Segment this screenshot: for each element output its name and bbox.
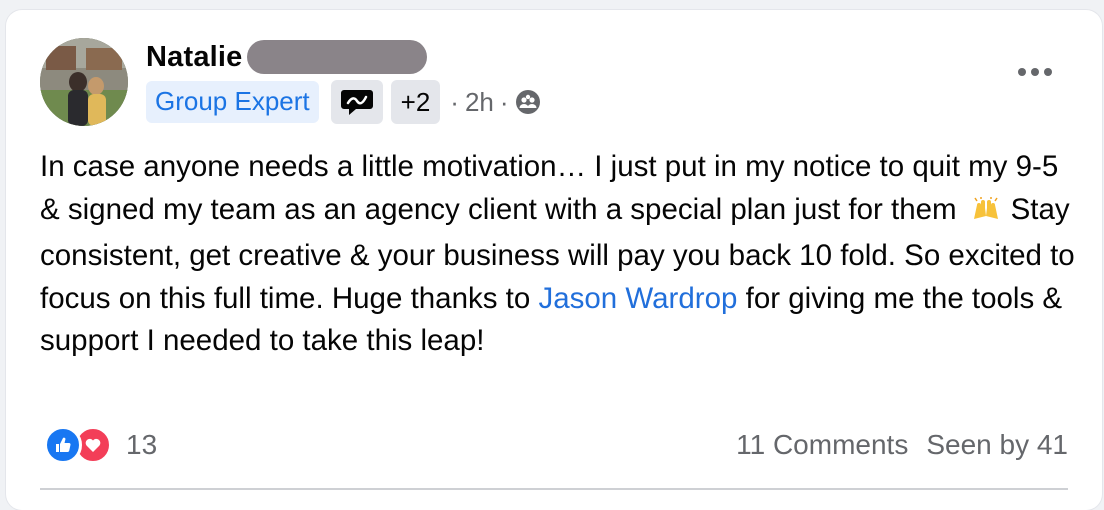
post-card: Natalie Group Expert +2 · 2h · In case a… — [6, 10, 1102, 510]
group-expert-badge[interactable]: Group Expert — [146, 81, 319, 123]
post-time[interactable]: 2h — [465, 87, 494, 118]
more-dot — [1031, 68, 1039, 76]
separator-dot: · — [499, 86, 509, 117]
author-name[interactable]: Natalie — [146, 41, 243, 74]
comments-count[interactable]: 11 Comments — [736, 429, 908, 461]
more-dot — [1044, 68, 1052, 76]
like-icon — [44, 426, 82, 464]
post-text: In case anyone needs a little motivation… — [40, 146, 1080, 363]
more-dot — [1018, 68, 1026, 76]
post-text-part: In case anyone needs a little motivation… — [40, 150, 1059, 226]
reactions-summary[interactable]: 13 — [44, 426, 157, 464]
avatar[interactable] — [40, 38, 128, 126]
divider — [40, 488, 1068, 490]
speech-bubble-icon — [340, 90, 373, 115]
more-badges[interactable]: +2 — [390, 80, 441, 124]
mention-link[interactable]: Jason Wardrop — [538, 282, 737, 315]
redacted-surname — [246, 40, 427, 74]
seen-by-count[interactable]: Seen by 41 — [926, 429, 1068, 461]
separator-dot: · — [450, 86, 459, 117]
avatar-photo — [40, 38, 128, 126]
conversation-starter-badge[interactable] — [330, 80, 383, 124]
raising-hands-emoji — [971, 193, 1001, 236]
more-options-button[interactable] — [1018, 68, 1052, 76]
group-icon[interactable] — [515, 89, 541, 115]
reaction-count[interactable]: 13 — [126, 429, 157, 461]
